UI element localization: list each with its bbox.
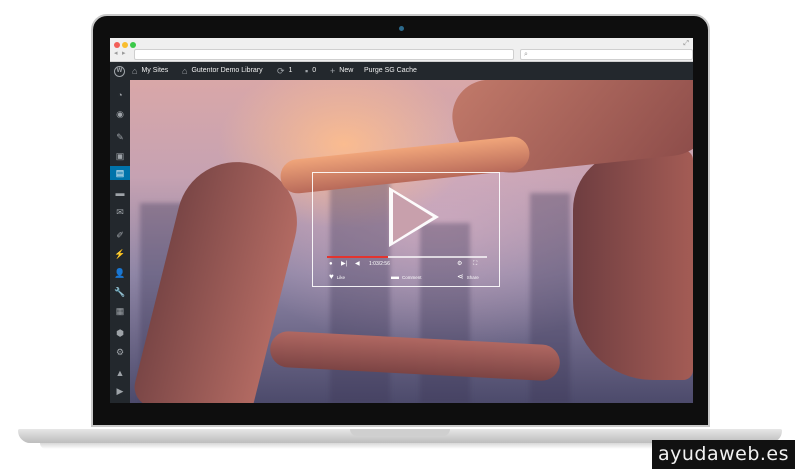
tools-icon[interactable]: 🔧 xyxy=(110,285,130,299)
new-label: New xyxy=(339,67,354,74)
comments-count: 0 xyxy=(312,67,317,74)
fullscreen-icon[interactable]: ⤢ xyxy=(683,40,689,48)
gear-icon[interactable]: ⚙ xyxy=(110,345,130,359)
home-icon: ⌂ xyxy=(182,66,188,76)
minimize-window-button[interactable] xyxy=(122,42,128,48)
back-arrow-icon[interactable]: ◂ xyxy=(114,50,118,58)
thumb-frame-bottom xyxy=(269,330,561,382)
site-name-label: Gutentor Demo Library xyxy=(191,67,263,74)
wp-admin-bar: W ⌂ My Sites ⌂ Gutentor Demo Library ⟳ 1… xyxy=(110,62,693,80)
my-sites-label: My Sites xyxy=(141,67,169,74)
watermark: ayudaweb.es xyxy=(652,440,795,469)
sites-icon: ⌂ xyxy=(132,66,138,76)
like-label: Like xyxy=(336,274,346,280)
wordpress-logo-icon: W xyxy=(114,65,125,77)
settings-icon[interactable]: ▦ xyxy=(110,304,130,318)
performance-icon[interactable]: ▲ xyxy=(110,366,130,380)
hero-image: ● ▶| ◀ 1:03/2:56 ⚙ ⛶ ♥ Like ▬ Comment ⋖ … xyxy=(130,80,693,403)
video-player[interactable]: ● ▶| ◀ 1:03/2:56 ⚙ ⛶ ♥ Like ▬ Comment ⋖ … xyxy=(312,172,500,287)
site-name-menu[interactable]: ⌂ Gutentor Demo Library xyxy=(182,62,263,80)
comments-icon[interactable]: ▬ xyxy=(110,186,130,200)
volume-icon[interactable]: ◀ xyxy=(355,260,360,268)
video-progress-bar[interactable] xyxy=(327,256,487,258)
updates-menu[interactable]: ⟳ 1 xyxy=(277,62,292,80)
share-icon: ⋖ xyxy=(457,272,464,281)
like-button[interactable]: ♥ Like xyxy=(329,273,345,281)
webcam xyxy=(399,26,404,31)
browser-toolbar: ◂ ▸ ⌕ ⤢ xyxy=(110,38,693,62)
video-time: 1:03/2:56 xyxy=(369,261,390,267)
plugins-icon[interactable]: ⚡ xyxy=(110,247,130,261)
plus-icon: + xyxy=(330,66,336,76)
share-button[interactable]: ⋖ Share xyxy=(457,273,479,281)
comment-label: Comment xyxy=(402,274,422,280)
heart-icon: ♥ xyxy=(329,272,334,281)
new-content-menu[interactable]: + New xyxy=(330,62,353,80)
dashboard-icon[interactable]: ◔ xyxy=(110,88,130,102)
close-window-button[interactable] xyxy=(114,42,120,48)
my-sites-menu[interactable]: ⌂ My Sites xyxy=(132,62,168,80)
play-circle-icon[interactable]: ▶ xyxy=(110,384,130,398)
video-progress-fill xyxy=(327,256,388,258)
forward-arrow-icon[interactable]: ▸ xyxy=(122,50,126,58)
address-bar[interactable] xyxy=(134,49,514,60)
media-icon[interactable]: ▣ xyxy=(110,149,130,163)
purge-label: Purge SG Cache xyxy=(364,67,417,74)
search-icon: ⌕ xyxy=(524,51,528,58)
wp-logo-menu[interactable]: W xyxy=(114,62,125,80)
purge-cache-button[interactable]: Purge SG Cache xyxy=(364,62,417,80)
comments-menu[interactable]: ▪ 0 xyxy=(305,62,316,80)
comment-bubble-icon: ▬ xyxy=(391,272,399,281)
contact-icon[interactable]: ✉ xyxy=(110,205,130,219)
jetpack-icon[interactable]: ◉ xyxy=(110,107,130,121)
right-hand xyxy=(573,150,693,380)
fullscreen-icon[interactable]: ⛶ xyxy=(473,260,477,268)
settings-gear-icon[interactable]: ⚙ xyxy=(457,260,462,268)
browser-search-box[interactable]: ⌕ xyxy=(520,49,693,60)
wp-admin-sidebar: ◔ ◉ ✎ ▣ ▤ ▬ ✉ ✐ ⚡ 👤 🔧 ▦ ⬢ ⚙ ▲ ▶ xyxy=(110,80,134,403)
users-icon[interactable]: 👤 xyxy=(110,266,130,280)
pages-icon[interactable]: ▤ xyxy=(110,166,134,180)
maximize-window-button[interactable] xyxy=(130,42,136,48)
appearance-icon[interactable]: ✐ xyxy=(110,228,130,242)
skip-next-icon[interactable]: ▶| xyxy=(341,260,347,268)
security-icon[interactable]: ⬢ xyxy=(110,326,130,340)
play-icon[interactable] xyxy=(389,187,439,247)
comment-button[interactable]: ▬ Comment xyxy=(391,273,422,281)
posts-icon[interactable]: ✎ xyxy=(110,130,130,144)
updates-count: 1 xyxy=(288,67,293,74)
updates-icon: ⟳ xyxy=(277,66,285,76)
comment-icon: ▪ xyxy=(305,66,309,76)
record-dot-icon: ● xyxy=(329,261,333,267)
laptop-screen: ◂ ▸ ⌕ ⤢ W ⌂ My Sites ⌂ Gutentor Demo Lib… xyxy=(110,38,693,403)
share-label: Share xyxy=(466,274,479,280)
laptop-notch xyxy=(350,429,450,436)
